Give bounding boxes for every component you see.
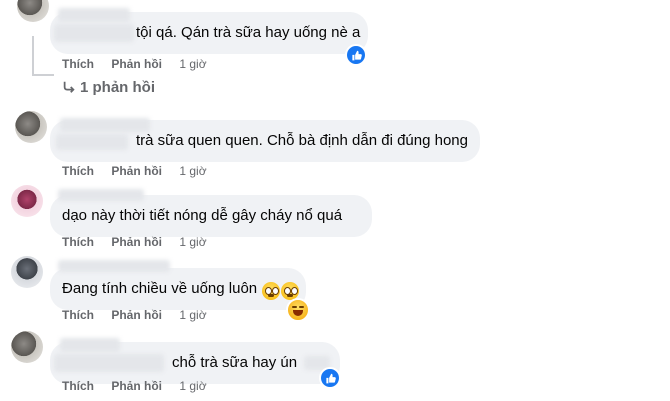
thread-line-curve	[32, 74, 54, 76]
blurred-name	[54, 354, 164, 372]
comment-actions: Thích Phản hồi 1 giờ	[62, 56, 207, 72]
timestamp[interactable]: 1 giờ	[179, 235, 206, 249]
blurred-name	[54, 24, 134, 42]
reply-link[interactable]: Phản hồi	[111, 164, 162, 178]
like-link[interactable]: Thích	[62, 164, 94, 178]
reply-arrow-icon	[63, 81, 75, 93]
thumbs-up-icon[interactable]	[345, 44, 367, 66]
comment-bubble: trà sữa quen quen. Chỗ bà định dẫn đi đú…	[50, 118, 480, 162]
thread-line	[32, 36, 34, 76]
reply-link[interactable]: Phản hồi	[111, 379, 162, 393]
like-link[interactable]: Thích	[62, 308, 94, 322]
comment-text: chỗ trà sữa hay ún	[172, 354, 298, 371]
blurred-name	[60, 338, 120, 352]
like-link[interactable]: Thích	[62, 235, 94, 249]
dizzy-face-emoji	[262, 282, 280, 300]
comment-bubble: tội qá. Qán trà sữa hay uống nè a	[50, 8, 368, 54]
avatar[interactable]	[17, 0, 49, 22]
reply-link[interactable]: Phản hồi	[111, 57, 162, 71]
like-link[interactable]: Thích	[62, 379, 94, 393]
timestamp[interactable]: 1 giờ	[179, 308, 206, 322]
avatar[interactable]	[15, 111, 47, 143]
view-replies-link[interactable]: 1 phản hồi	[62, 78, 155, 98]
avatar[interactable]	[11, 256, 43, 288]
comment-text: tội qá. Qán trà sữa hay uống nè a	[136, 24, 361, 41]
comment-actions: Thích Phản hồi 1 giờ	[62, 163, 207, 179]
comment-actions: Thích Phản hồi 1 giờ	[62, 234, 207, 250]
blurred-name	[58, 8, 130, 22]
comment-actions: Thích Phản hồi 1 giờ	[62, 378, 207, 394]
avatar[interactable]	[11, 185, 43, 217]
thumbs-up-icon[interactable]	[319, 367, 341, 389]
comment-bubble: dạo này thời tiết nóng dễ gây cháy nổ qu…	[50, 189, 372, 237]
like-link[interactable]: Thích	[62, 57, 94, 71]
comment-actions: Thích Phản hồi 1 giờ	[62, 307, 207, 323]
blurred-name	[58, 260, 170, 272]
laughing-emoji[interactable]	[286, 298, 310, 322]
blurred-name	[56, 134, 128, 150]
reply-link[interactable]: Phản hồi	[111, 308, 162, 322]
comment-text: trà sữa quen quen. Chỗ bà định dẫn đi đú…	[136, 132, 468, 149]
avatar[interactable]	[11, 331, 43, 363]
timestamp[interactable]: 1 giờ	[179, 164, 206, 178]
reply-link[interactable]: Phản hồi	[111, 235, 162, 249]
timestamp[interactable]: 1 giờ	[179, 379, 206, 393]
comment-text: Đang tính chiều về uống luôn	[62, 280, 258, 297]
blurred-name	[58, 189, 144, 201]
comment-text: dạo này thời tiết nóng dễ gây cháy nổ qu…	[62, 207, 343, 224]
blurred-name	[60, 118, 150, 132]
view-replies-label: 1 phản hồi	[80, 79, 155, 96]
timestamp[interactable]: 1 giờ	[179, 57, 206, 71]
